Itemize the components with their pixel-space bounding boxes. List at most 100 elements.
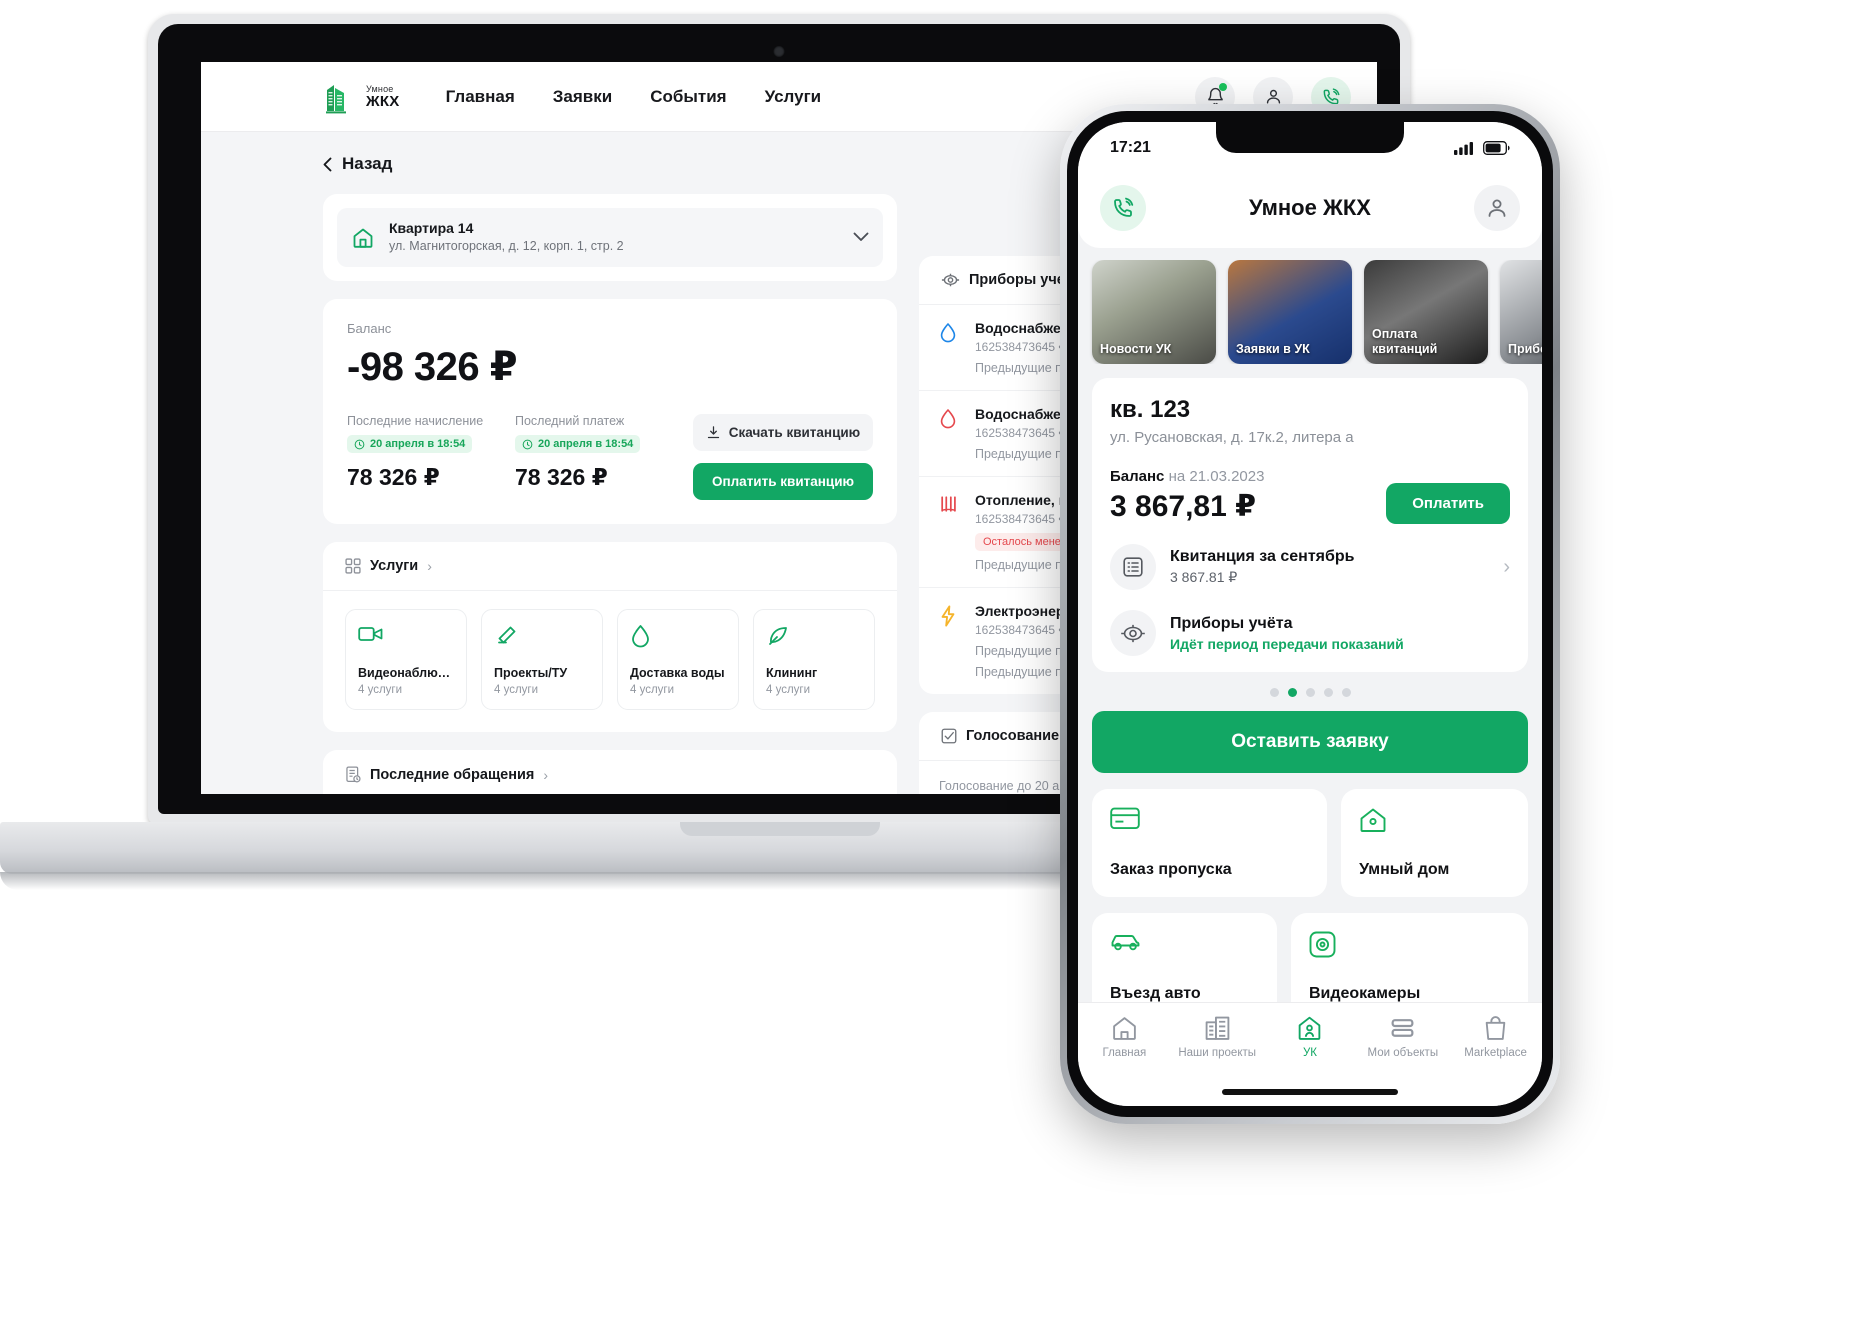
cctv-icon [1309, 931, 1510, 961]
card-icon [1110, 807, 1309, 837]
video-camera-icon [358, 624, 454, 650]
services-header[interactable]: Услуги › [323, 542, 897, 591]
banner-news[interactable]: Новости УК [1092, 260, 1216, 364]
tab-management[interactable]: УК [1264, 1015, 1357, 1059]
nav-link-home[interactable]: Главная [446, 87, 515, 107]
phone-row-receipt[interactable]: Квитанция за сентябрь 3 867.81 ₽ › [1110, 544, 1510, 590]
tab-label: Marketplace [1464, 1047, 1527, 1059]
phone-row-meters[interactable]: Приборы учёта Идёт период передачи показ… [1110, 610, 1510, 656]
carousel-dot[interactable] [1323, 688, 1333, 697]
nav-link-events[interactable]: События [650, 87, 726, 107]
services-card: Услуги › Видеонаблюдение [323, 542, 897, 732]
quick-actions-row-1: Заказ пропуска Умный дом [1092, 789, 1528, 897]
water-drop-icon [630, 624, 726, 650]
webcam-icon [773, 46, 785, 57]
apartment-address: ул. Русановская, д. 17к.2, литера а [1110, 429, 1354, 446]
tab-label: Наши проекты [1178, 1047, 1257, 1059]
meter-icon [941, 273, 960, 287]
service-tile-cleaning[interactable]: Клининг 4 услуги [753, 609, 875, 710]
back-label: Назад [342, 154, 393, 173]
pay-receipt-button[interactable]: Оплатить квитанцию [693, 463, 873, 500]
balance-card: Баланс -98 326 ₽ Последние начисление 20… [323, 299, 897, 524]
nav-link-services[interactable]: Услуги [765, 87, 822, 107]
services-tiles: Видеонаблюдение 4 услуги Проекты/ТУ [323, 591, 897, 732]
carousel-dot[interactable] [1305, 688, 1315, 697]
address-selector[interactable]: Квартира 14 ул. Магнитогорская, д. 12, к… [337, 208, 883, 267]
quick-action-smart-home[interactable]: Умный дом [1341, 789, 1528, 897]
status-time: 17:21 [1110, 139, 1151, 156]
home-icon [1113, 1017, 1136, 1040]
carousel-dot-active[interactable] [1287, 688, 1297, 697]
signal-icon [1454, 141, 1473, 155]
chevron-right-icon[interactable]: › [543, 767, 548, 783]
last-charge-label: Последние начисление [347, 414, 484, 428]
carousel-dot[interactable] [1269, 688, 1279, 697]
main-nav: Главная Заявки События Услуги [446, 87, 822, 107]
meter-icon [1110, 610, 1156, 656]
phone-support-icon[interactable] [1100, 185, 1146, 231]
carousel-dot[interactable] [1341, 688, 1351, 697]
service-tile-video[interactable]: Видеонаблюдение 4 услуги [345, 609, 467, 710]
banner-caption: Оплата квитанций [1372, 327, 1438, 356]
tab-objects[interactable]: Мои объекты [1356, 1015, 1449, 1059]
last-payment-time: 20 апреля в 18:54 [538, 438, 634, 450]
banner-payments[interactable]: Оплата квитанций [1364, 260, 1488, 364]
heating-icon [939, 492, 961, 572]
user-icon[interactable] [1474, 185, 1520, 231]
lightning-icon [939, 603, 961, 679]
last-payment-block: Последний платеж 20 апреля в 18:54 78 32… [515, 414, 655, 491]
last-payment-label: Последний платеж [515, 414, 625, 428]
carousel-dots[interactable] [1078, 688, 1542, 697]
service-tile-projects[interactable]: Проекты/ТУ 4 услуги [481, 609, 603, 710]
chevron-right-icon[interactable]: › [1503, 556, 1510, 579]
phone-header: Умное ЖКХ [1078, 168, 1542, 248]
chevron-down-icon[interactable] [853, 229, 869, 247]
tab-label: УК [1302, 1047, 1317, 1059]
buildings-icon [1205, 1016, 1230, 1040]
clock-icon [522, 439, 533, 449]
nav-link-requests[interactable]: Заявки [553, 87, 612, 107]
phone-row-subtitle: Идёт период передачи показаний [1170, 635, 1404, 652]
banner-requests[interactable]: Заявки в УК [1228, 260, 1352, 364]
tab-label: Главная [1102, 1047, 1147, 1059]
service-tile-count: 4 услуги [766, 684, 811, 696]
download-receipt-button[interactable]: Скачать квитанцию [693, 414, 873, 451]
tab-projects[interactable]: Наши проекты [1171, 1015, 1264, 1059]
phone-balance-date: на 21.03.2023 [1168, 468, 1265, 485]
address-card: Квартира 14 ул. Магнитогорская, д. 12, к… [323, 194, 897, 281]
phone-pay-button[interactable]: Оплатить [1386, 483, 1510, 524]
banner-caption: Приборы учёта [1508, 342, 1542, 356]
management-icon [1299, 1016, 1321, 1040]
phone-balance-label: Баланс [1110, 468, 1165, 485]
last-payment-value: 78 326 ₽ [515, 463, 608, 490]
phone-apartment-card: кв. 123 ул. Русановская, д. 17к.2, литер… [1092, 378, 1528, 672]
pencil-icon [494, 624, 590, 650]
quick-action-label: Въезд авто [1110, 985, 1201, 1002]
address-title: Квартира 14 [389, 220, 474, 236]
banner-carousel[interactable]: Новости УК Заявки в УК Оплата квитанций … [1078, 260, 1542, 364]
requests-header[interactable]: Последние обращения › [323, 750, 897, 794]
phone-row-title: Приборы учёта [1170, 614, 1293, 632]
bag-icon [1485, 1016, 1506, 1040]
logo[interactable]: Умное ЖКХ [321, 78, 400, 116]
tab-home[interactable]: Главная [1078, 1015, 1171, 1059]
phone-screen: 17:21 Умное ЖКХ Новости УК Заявки в УК О… [1078, 122, 1542, 1106]
quick-action-label: Заказ пропуска [1110, 861, 1232, 878]
layers-icon [1391, 1019, 1414, 1037]
service-tile-water[interactable]: Доставка воды 4 услуги [617, 609, 739, 710]
requests-title: Последние обращения [370, 766, 535, 783]
quick-action-pass[interactable]: Заказ пропуска [1092, 789, 1328, 897]
left-column: Квартира 14 ул. Магнитогорская, д. 12, к… [323, 194, 897, 794]
requests-card: Последние обращения › Номер обращения Ти… [323, 750, 897, 794]
service-tile-name: Видеонаблюдение [358, 666, 454, 680]
chevron-right-icon[interactable]: › [427, 558, 432, 574]
tab-marketplace[interactable]: Marketplace [1449, 1015, 1542, 1059]
create-request-button[interactable]: Оставить заявку [1092, 711, 1528, 773]
banner-meters[interactable]: Приборы учёта [1500, 260, 1542, 364]
tab-label: Мои объекты [1367, 1047, 1439, 1059]
receipt-icon [1110, 544, 1156, 590]
home-icon [353, 228, 373, 248]
phone-app-title: Умное ЖКХ [1249, 195, 1371, 220]
service-tile-name: Клининг [766, 666, 818, 680]
services-title: Услуги [370, 558, 419, 574]
